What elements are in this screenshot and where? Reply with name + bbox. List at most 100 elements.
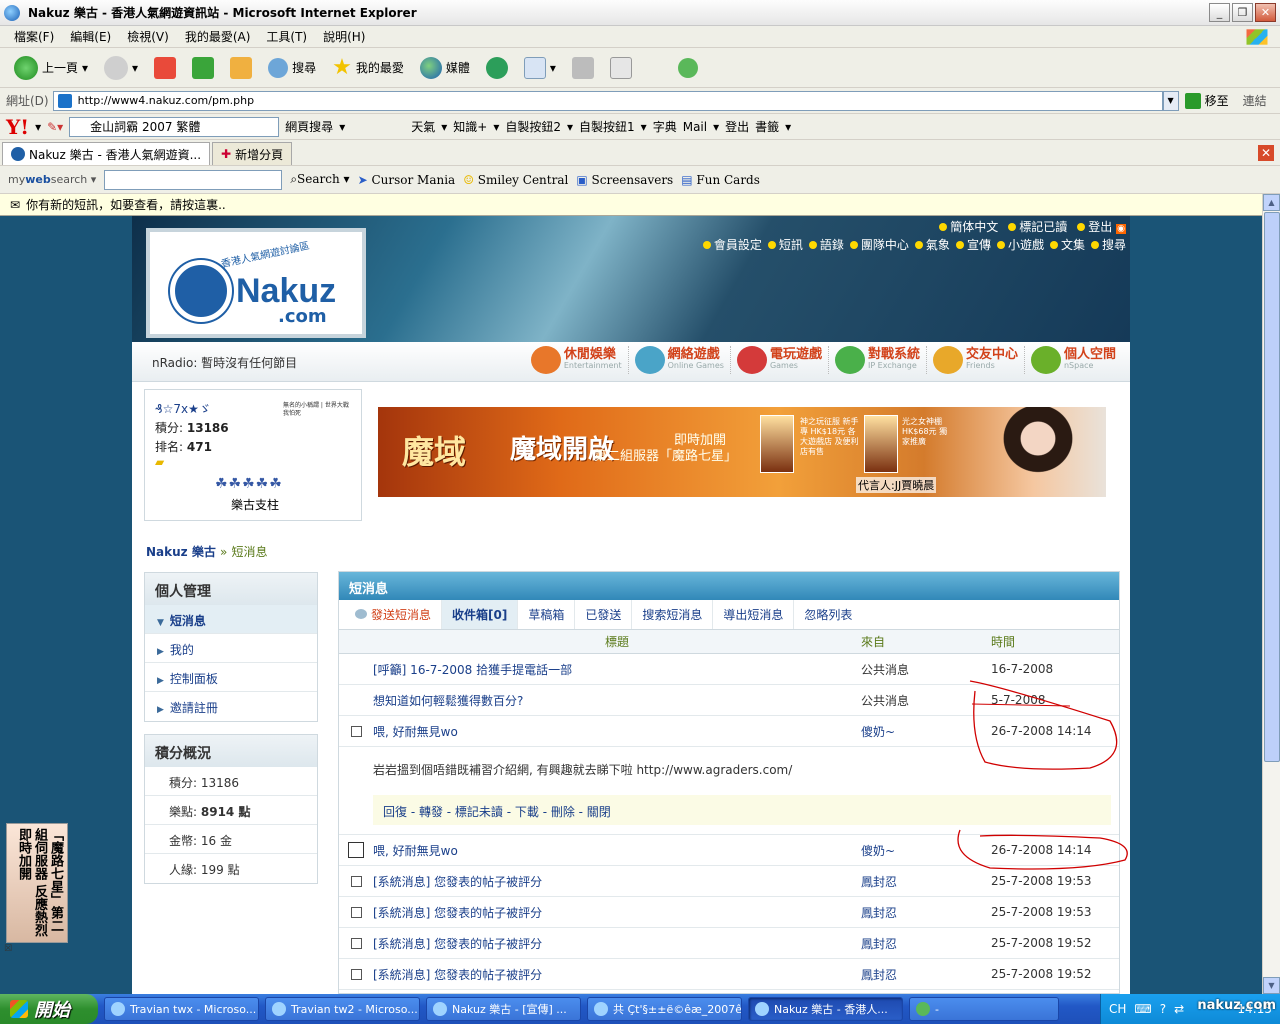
pm-row-title[interactable]: 喂, 好耐無見wo	[373, 842, 861, 859]
weather-button[interactable]: 天氣	[411, 118, 435, 135]
cursor-mania-button[interactable]: ➤ Cursor Mania	[358, 173, 456, 187]
custom-button-1[interactable]: 自製按鈕1	[579, 118, 635, 135]
pm-message-actions[interactable]: 回復 - 轉發 - 標記未讀 - 下載 - 刪除 - 關閉	[373, 795, 1111, 825]
pm-row-title[interactable]: [系統消息] 您發表的帖子被評分	[373, 935, 861, 952]
tab-search-messages[interactable]: 搜索短消息	[632, 600, 714, 629]
custom-button-2[interactable]: 自製按鈕2	[505, 118, 561, 135]
screensavers-button[interactable]: ▣ Screensavers	[576, 173, 673, 187]
home-button[interactable]	[224, 55, 258, 81]
menu-favorites[interactable]: 我的最愛(A)	[177, 28, 259, 45]
nav-search[interactable]: 搜尋	[1090, 236, 1126, 253]
pm-row-title[interactable]: [系統消息] 您發表的帖子被評分	[373, 904, 861, 921]
pm-row[interactable]: [系統消息] 您發表的帖子被評分 鳳封忍 25-7-2008 19:52	[339, 928, 1119, 959]
dictionary-button[interactable]: 字典	[653, 118, 677, 135]
pm-row-from[interactable]: 鳳封忍	[861, 873, 991, 890]
help-icon[interactable]: ?	[1160, 1002, 1166, 1016]
pm-row[interactable]: [系統消息] 您發表的帖子被評分 鳳封忍 25-7-2008 19:52	[339, 959, 1119, 990]
minimize-button[interactable]: _	[1209, 3, 1230, 22]
scroll-down-arrow[interactable]: ▼	[1263, 977, 1280, 994]
cat-online-games[interactable]: 網絡遊戲 Online Games	[634, 346, 731, 374]
web-search-button[interactable]: 網頁搜尋	[285, 118, 333, 135]
language-indicator[interactable]: CH	[1109, 1002, 1126, 1016]
menu-help[interactable]: 說明(H)	[315, 28, 373, 45]
edit-button[interactable]	[604, 55, 638, 81]
cat-battle-system[interactable]: 對戰系統 IP Exchange	[834, 346, 927, 374]
close-tab-icon[interactable]: ✕	[1258, 145, 1274, 161]
search-button[interactable]: 搜尋	[262, 56, 322, 80]
mail-button[interactable]: ▾	[518, 55, 562, 81]
favorites-button[interactable]: ★ 我的最愛	[326, 53, 410, 82]
pm-row-title[interactable]: [呼籲] 16-7-2008 拾獲手提電話一部	[373, 661, 861, 678]
pm-row-from[interactable]: 鳳封忍	[861, 904, 991, 921]
info-bar[interactable]: ✉ 你有新的短訊，如要查看，請按這裏..	[0, 194, 1262, 216]
refresh-button[interactable]	[186, 55, 220, 81]
nav-messages[interactable]: 短訊	[767, 236, 803, 253]
menu-view[interactable]: 檢視(V)	[119, 28, 177, 45]
pm-row-title[interactable]: [系統消息] 您發表的帖子被評分	[373, 966, 861, 983]
nav-team-center[interactable]: 團隊中心	[849, 236, 909, 253]
nav-simplified-chinese[interactable]: 簡体中文	[939, 218, 998, 235]
pm-row[interactable]: 想知道如何輕鬆獲得數百分? 公共消息 5-7-2008	[339, 685, 1119, 716]
start-button[interactable]: 開始	[0, 994, 98, 1024]
address-input[interactable]: http://www4.nakuz.com/pm.php	[52, 90, 1163, 111]
taskbar-item[interactable]: Nakuz 樂古 - [宣傳] ...	[426, 997, 581, 1021]
sidebar-item-messages[interactable]: ▼ 短消息	[145, 605, 317, 634]
taskbar-item[interactable]: 共 Çt'§±±ë©êæ_2007ê...	[587, 997, 742, 1021]
tab-drafts[interactable]: 草稿箱	[518, 600, 576, 629]
media-button[interactable]: 媒體	[414, 55, 476, 81]
pm-row[interactable]: [呼籲] 16-7-2008 拾獲手提電話一部 公共消息 16-7-2008	[339, 654, 1119, 685]
pm-row-from[interactable]: 鳳封忍	[861, 966, 991, 983]
nav-mark-read[interactable]: 標記已讀	[1008, 218, 1067, 235]
nav-promo[interactable]: 宣傳	[955, 236, 991, 253]
pm-row-checkbox[interactable]	[350, 937, 362, 949]
knowledge-button[interactable]: 知識+	[453, 118, 487, 135]
cat-games[interactable]: 電玩遊戲 Games	[736, 346, 829, 374]
window-titlebar[interactable]: Nakuz 樂古 - 香港人氣網遊資訊站 - Microsoft Interne…	[0, 0, 1280, 26]
new-tab-button[interactable]: ✚ 新增分頁	[212, 142, 293, 165]
taskbar-item[interactable]: -	[909, 997, 1059, 1021]
websearch-input[interactable]	[104, 169, 283, 190]
sidebar-item-mine[interactable]: ▶ 我的	[145, 634, 317, 663]
pm-row-checkbox[interactable]	[350, 968, 362, 980]
go-button[interactable]: 移至	[1184, 92, 1229, 109]
back-button[interactable]: 上一頁 ▾	[8, 54, 94, 82]
forward-button[interactable]: ▾	[98, 54, 144, 82]
pm-row[interactable]: [系統消息] 您發表的帖子被評分 鳳封忍 25-7-2008 19:53	[339, 897, 1119, 928]
sidebar-item-control-panel[interactable]: ▶ 控制面板	[145, 663, 317, 692]
yahoo-logo-icon[interactable]: Y!	[6, 115, 29, 139]
pm-row-checkbox[interactable]	[348, 842, 364, 858]
tab-ignore-list[interactable]: 忽略列表	[794, 600, 862, 629]
print-button[interactable]	[566, 55, 600, 81]
banner-ad[interactable]: 魔域 魔域開啟 即時加開 第二組服器「魔路七星」 神之玩征服 新手專 HK$18元…	[378, 407, 1106, 497]
rss-icon[interactable]: ◉	[1116, 224, 1126, 234]
nav-quotes[interactable]: 語錄	[808, 236, 844, 253]
cat-friends[interactable]: 交友中心 Friends	[932, 346, 1025, 374]
pencil-icon[interactable]: ✎▾	[47, 120, 63, 134]
pm-row-title[interactable]: 喂, 好耐無見wo	[373, 723, 861, 740]
nav-articles[interactable]: 文集	[1049, 236, 1085, 253]
logout-button-yahoo[interactable]: 登出	[725, 118, 749, 135]
messenger-button[interactable]	[672, 56, 704, 80]
menu-tools[interactable]: 工具(T)	[258, 28, 315, 45]
pm-row-checkbox[interactable]	[350, 906, 362, 918]
pm-row-from[interactable]: 傻奶~	[861, 723, 991, 740]
restore-button[interactable]: ❐	[1232, 3, 1253, 22]
address-dropdown[interactable]: ▼	[1162, 90, 1179, 111]
pm-row[interactable]: [系統消息] 您發表的帖子被評分 鳳封忍 25-7-2008 19:53	[339, 866, 1119, 897]
pm-row-title[interactable]: 想知道如何輕鬆獲得數百分?	[373, 692, 861, 709]
nav-minigames[interactable]: 小遊戲	[996, 236, 1044, 253]
breadcrumb-home[interactable]: Nakuz 樂古	[146, 545, 216, 559]
mail-button-yahoo[interactable]: Mail	[683, 120, 707, 134]
pm-row[interactable]: 喂, 好耐無見wo 傻奶~ 26-7-2008 14:14	[339, 835, 1119, 866]
tab-inbox[interactable]: 收件箱[0]	[442, 600, 519, 629]
nakuz-logo[interactable]: 香港人氣網遊討論區 Nakuz .com	[146, 228, 366, 338]
side-ad-close-icon[interactable]: ☒	[4, 944, 12, 954]
menu-edit[interactable]: 編輯(E)	[62, 28, 119, 45]
history-button[interactable]	[480, 55, 514, 81]
yahoo-search-input[interactable]: 金山詞霸 2007 繁體	[69, 116, 280, 137]
pm-row-from[interactable]: 傻奶~	[861, 842, 991, 859]
keyboard-icon[interactable]: ⌨	[1134, 1002, 1151, 1016]
page-scrollbar[interactable]: ▲ ▼	[1262, 194, 1280, 994]
taskbar-item[interactable]: Travian twx - Microso...	[104, 997, 259, 1021]
tab-sent[interactable]: 已發送	[575, 600, 633, 629]
